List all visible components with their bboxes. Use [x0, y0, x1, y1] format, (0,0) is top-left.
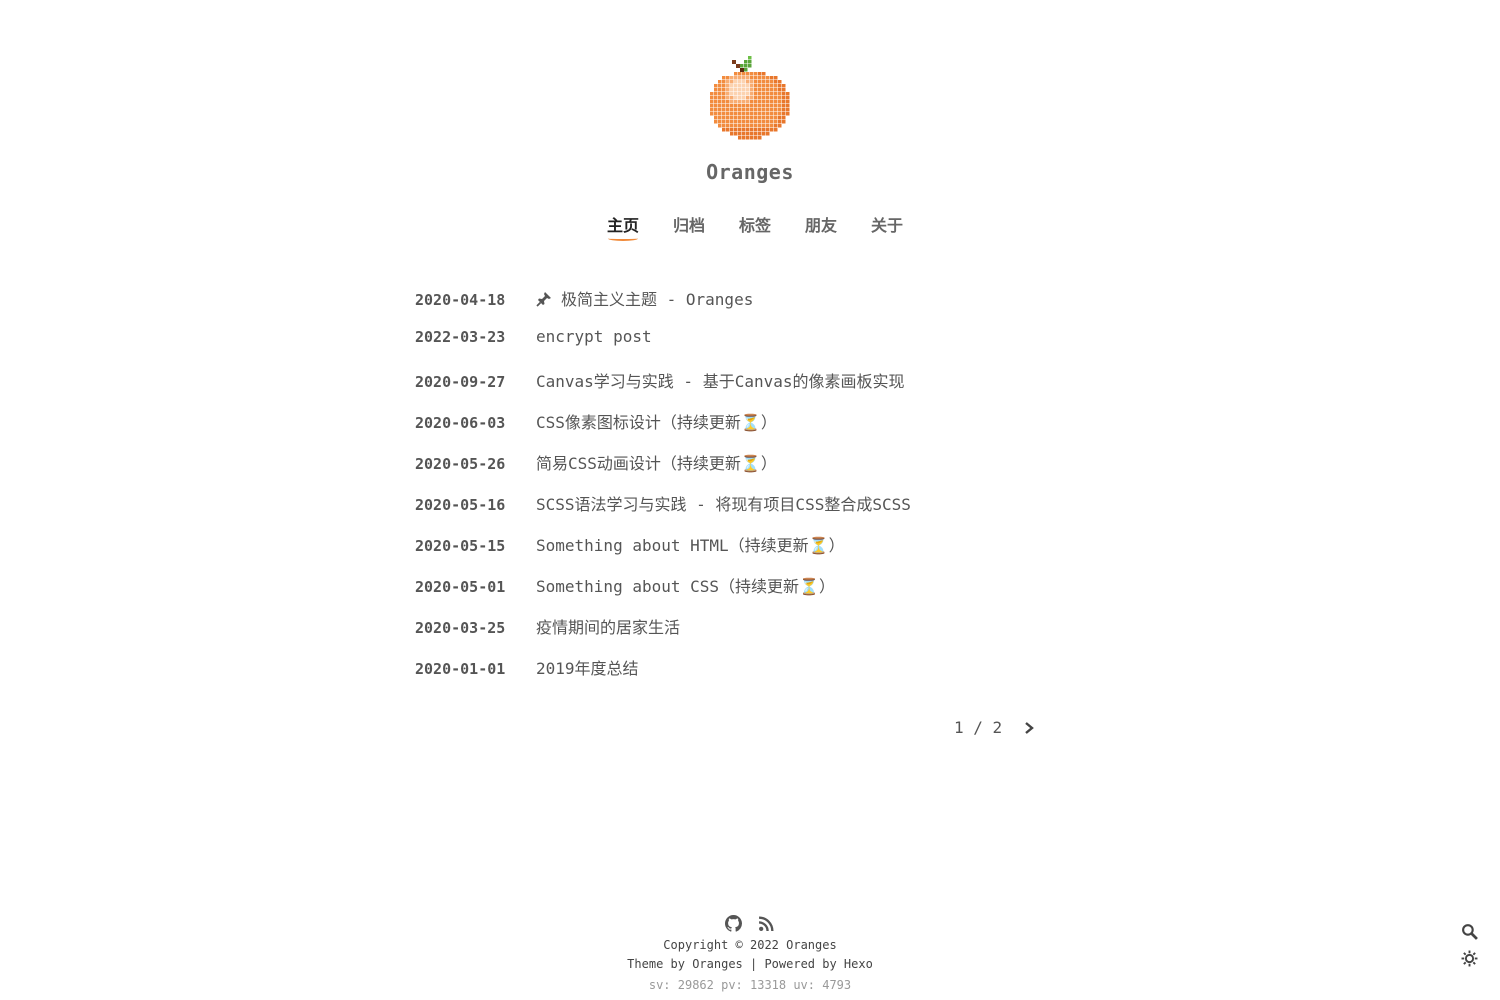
- github-icon[interactable]: [725, 915, 742, 932]
- nav-item-friends[interactable]: 朋友: [805, 214, 837, 238]
- list-item: 2020-05-16 SCSS语法学习与实践 - 将现有项目CSS整合成SCSS: [415, 491, 1055, 532]
- post-date: 2020-06-03: [415, 414, 506, 432]
- post-date: 2020-03-25: [415, 619, 506, 637]
- list-item: 2020-05-01 Something about CSS（持续更新⏳）: [415, 573, 1055, 614]
- post-title-link[interactable]: 简易CSS动画设计（持续更新⏳）: [536, 450, 777, 474]
- post-date: 2020-04-18: [415, 291, 506, 309]
- page-indicator: 1 / 2: [954, 718, 1003, 737]
- list-item: 2020-05-26 简易CSS动画设计（持续更新⏳）: [415, 450, 1055, 491]
- post-title-link[interactable]: CSS像素图标设计（持续更新⏳）: [536, 409, 777, 433]
- chevron-right-icon[interactable]: [1022, 721, 1036, 735]
- post-date: 2020-01-01: [415, 660, 506, 678]
- search-icon[interactable]: [1461, 923, 1478, 940]
- list-item: 2020-01-01 2019年度总结: [415, 655, 1055, 696]
- post-date: 2020-05-15: [415, 537, 506, 555]
- pagination: 1 / 2: [954, 718, 1036, 737]
- list-item: 2020-03-25 疫情期间的居家生活: [415, 614, 1055, 655]
- post-title-link[interactable]: 疫情期间的居家生活: [536, 614, 680, 638]
- post-title-link[interactable]: Something about CSS（持续更新⏳）: [536, 573, 835, 597]
- post-list: 2020-04-18 极简主义主题 - Oranges 2022-03-23 e…: [415, 286, 1055, 696]
- nav-item-home[interactable]: 主页: [607, 214, 639, 241]
- list-item: 2020-04-18 极简主义主题 - Oranges: [415, 286, 1055, 327]
- main-nav: 主页 归档 标签 朋友 关于: [0, 214, 1500, 241]
- post-date: 2022-03-23: [415, 328, 506, 346]
- footer-copyright: Copyright © 2022 Oranges: [663, 938, 837, 952]
- site-title[interactable]: Oranges: [0, 160, 1500, 184]
- nav-item-archive[interactable]: 归档: [673, 214, 705, 238]
- post-title-link[interactable]: Something about HTML（持续更新⏳）: [536, 532, 845, 556]
- post-date: 2020-09-27: [415, 373, 506, 391]
- post-title-link[interactable]: 2019年度总结: [536, 655, 639, 679]
- post-title-link[interactable]: Canvas学习与实践 - 基于Canvas的像素画板实现: [536, 368, 905, 392]
- pin-icon: [536, 292, 551, 307]
- sun-icon[interactable]: [1461, 950, 1478, 967]
- nav-item-tags[interactable]: 标签: [739, 214, 771, 238]
- pixel-orange-logo[interactable]: [708, 56, 792, 146]
- post-date: 2020-05-01: [415, 578, 506, 596]
- footer-theme-credits: Theme by Oranges | Powered by Hexo: [627, 957, 873, 971]
- post-title-text: 极简主义主题 - Oranges: [561, 290, 754, 309]
- rss-icon[interactable]: [758, 915, 775, 932]
- post-date: 2020-05-26: [415, 455, 506, 473]
- list-item: 2020-06-03 CSS像素图标设计（持续更新⏳）: [415, 409, 1055, 450]
- page: Oranges 主页 归档 标签 朋友 关于 2020-04-18 极简主义主题…: [0, 0, 1500, 1000]
- post-title-link[interactable]: encrypt post: [536, 327, 652, 346]
- list-item: 2020-05-15 Something about HTML（持续更新⏳）: [415, 532, 1055, 573]
- list-item: 2022-03-23 encrypt post: [415, 327, 1055, 368]
- list-item: 2020-09-27 Canvas学习与实践 - 基于Canvas的像素画板实现: [415, 368, 1055, 409]
- nav-item-about[interactable]: 关于: [871, 214, 903, 238]
- post-date: 2020-05-16: [415, 496, 506, 514]
- post-title-link[interactable]: SCSS语法学习与实践 - 将现有项目CSS整合成SCSS: [536, 491, 911, 515]
- footer-visit-stats: sv: 29862 pv: 13318 uv: 4793: [648, 978, 852, 992]
- post-title-link[interactable]: 极简主义主题 - Oranges: [536, 286, 753, 310]
- footer-social: [0, 915, 1500, 932]
